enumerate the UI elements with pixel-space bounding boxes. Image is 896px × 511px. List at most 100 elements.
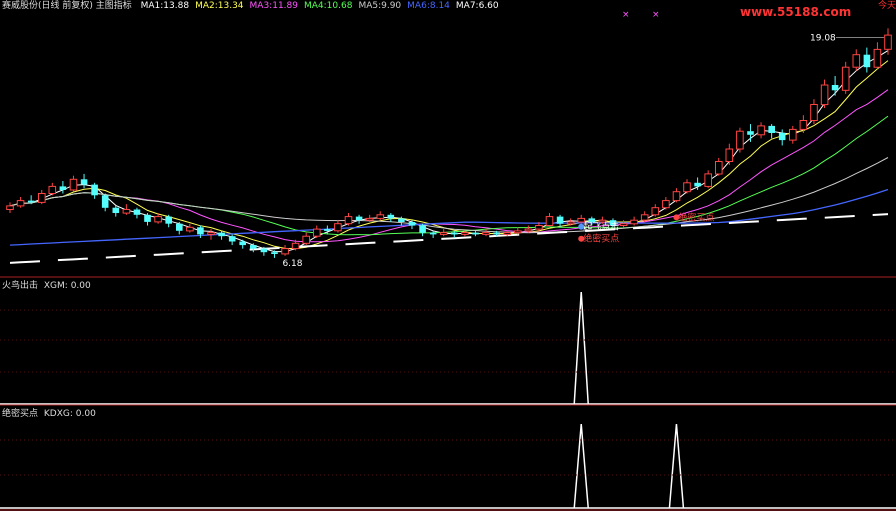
indicator2-title: 绝密买点: [2, 409, 39, 419]
candle: [302, 232, 310, 246]
watermark-logo: www.55188.com: [740, 5, 852, 19]
candle: [186, 223, 194, 233]
candle: [80, 173, 88, 189]
candle-body: [556, 216, 564, 224]
candle: [165, 214, 172, 228]
candle: [662, 197, 670, 210]
candle: [112, 205, 120, 217]
candle-body: [662, 200, 670, 209]
candle-body: [503, 232, 511, 235]
candle: [133, 207, 141, 219]
candle-body: [112, 207, 120, 213]
main-header: 赛威股份(日线 前复权) 主图指标 MA1:13.88 MA2:13.34 MA3:…: [2, 1, 511, 12]
candle-body: [239, 241, 246, 246]
candle-body: [577, 217, 586, 223]
candle: [59, 181, 67, 194]
candle: [747, 124, 754, 142]
candle: [820, 79, 829, 109]
xgm-spike: [573, 291, 589, 405]
indicator1-value: XGM: 0.00: [43, 281, 91, 291]
ma2-line: [9, 60, 889, 250]
candle-body: [271, 252, 278, 254]
candle-body: [451, 232, 458, 235]
candle: [482, 229, 490, 237]
candle: [207, 229, 215, 240]
candle-body: [736, 130, 744, 150]
candle-body: [16, 200, 25, 207]
top-marker-2: ×: [652, 10, 660, 20]
candle-body: [324, 229, 331, 231]
candle-body: [694, 182, 701, 187]
candle-body: [186, 226, 194, 232]
candle: [672, 188, 681, 203]
indicator1-title: 火鸟出击: [2, 281, 39, 291]
main-price-panel[interactable]: 19.086.18起飞点击绝密买点绝密买点: [6, 28, 892, 269]
candle-body: [218, 232, 225, 237]
candle-body: [472, 232, 479, 235]
candle: [619, 220, 628, 228]
candle-body: [873, 48, 882, 68]
candle: [831, 76, 839, 96]
candle: [355, 214, 363, 224]
candle-body: [799, 120, 808, 130]
candle-body: [154, 216, 162, 223]
candle-body: [715, 161, 723, 175]
ma2-value: MA2:13.34: [195, 1, 244, 11]
candle-body: [101, 195, 109, 208]
candle: [387, 213, 395, 222]
candle-body: [313, 228, 321, 237]
candle-body: [493, 232, 500, 235]
candle: [48, 182, 57, 196]
top-marker-1: ×: [622, 10, 630, 20]
candle-body: [419, 225, 426, 233]
candle: [736, 127, 744, 153]
candle: [101, 193, 109, 212]
candle-body: [344, 216, 353, 225]
indicator2-header: 绝密买点 KDXG: 0.00: [2, 409, 102, 420]
candle-body: [59, 186, 67, 190]
candle-body: [228, 236, 236, 242]
candle: [38, 189, 46, 205]
indicator2-value: KDXG: 0.00: [43, 409, 96, 419]
candle: [556, 214, 564, 228]
candle-body: [408, 222, 416, 226]
candle-body: [48, 185, 57, 194]
ma6-line: [9, 188, 889, 246]
candle-body: [598, 219, 607, 223]
candle-body: [122, 209, 131, 214]
candle-body: [439, 232, 448, 235]
signal-buy-label-2: 绝密买点: [678, 211, 714, 223]
candle-body: [651, 207, 660, 216]
candle-body: [398, 218, 405, 222]
candle: [863, 47, 871, 73]
candle: [841, 61, 850, 94]
indicator-panel-xgm[interactable]: [0, 291, 896, 405]
indicator-panel-kdxg[interactable]: [0, 423, 896, 509]
chart-title: 赛威股份(日线 前复权) 主图指标: [2, 1, 132, 11]
candle-body: [80, 179, 88, 185]
candle: [376, 211, 385, 221]
candle-body: [482, 232, 490, 235]
candle: [715, 157, 723, 176]
candle: [313, 225, 321, 238]
candle-body: [789, 128, 797, 141]
candle-body: [747, 131, 754, 135]
candle-body: [260, 248, 268, 253]
candle: [884, 28, 892, 55]
candle-body: [820, 84, 829, 106]
candle-body: [630, 219, 638, 225]
candle: [640, 211, 649, 222]
stock-chart[interactable]: 19.086.18起飞点击绝密买点绝密买点 × ×: [0, 0, 896, 511]
ma7-value: MA7:6.60: [455, 1, 499, 11]
candle-body: [704, 173, 713, 187]
candle-body: [91, 184, 98, 196]
candle: [789, 125, 797, 144]
candle-body: [841, 66, 850, 91]
candle-body: [302, 235, 310, 244]
candle-body: [640, 214, 649, 221]
candle: [852, 49, 861, 71]
candle-body: [27, 200, 35, 203]
candle-body: [429, 232, 437, 235]
signal-takeoff-label: 起飞点击: [583, 221, 619, 233]
candle-body: [535, 225, 543, 230]
